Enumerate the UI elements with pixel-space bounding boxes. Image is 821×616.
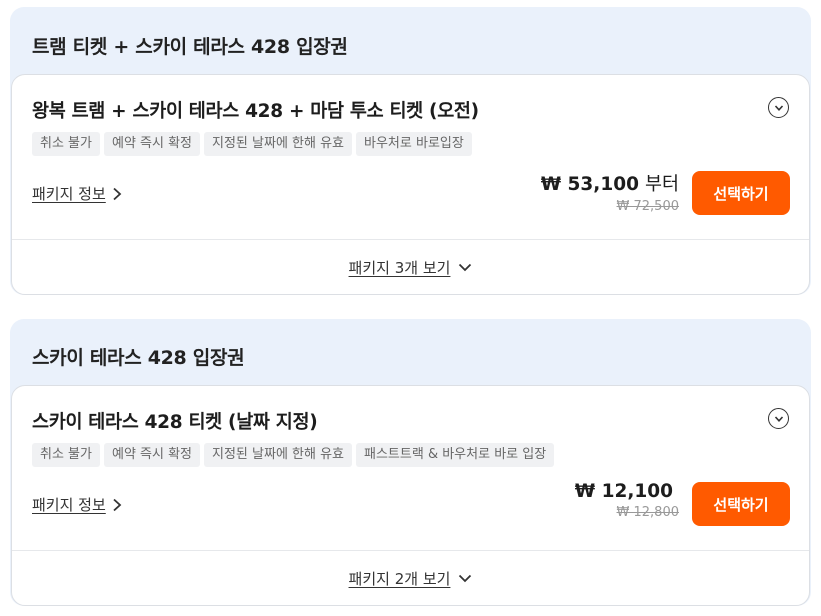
tag-list: 취소 불가 예약 즉시 확정 지정된 날짜에 한해 유효 바우처로 바로입장 bbox=[32, 132, 472, 156]
chevron-down-circle-icon bbox=[774, 415, 783, 422]
price-value: ₩ 12,100 bbox=[574, 481, 673, 502]
show-more-packages-button[interactable]: 패키지 3개 보기 bbox=[12, 240, 809, 294]
tag: 지정된 날짜에 한해 유효 bbox=[204, 132, 353, 156]
chevron-down-icon bbox=[459, 263, 472, 271]
tag: 예약 즉시 확정 bbox=[103, 443, 201, 467]
package-info-link[interactable]: 패키지 정보 bbox=[32, 494, 122, 515]
show-more-packages-button[interactable]: 패키지 2개 보기 bbox=[12, 551, 809, 605]
show-more-label: 패키지 2개 보기 bbox=[348, 569, 451, 588]
price-box: ₩ 53,100 부터 ₩ 72,500 bbox=[541, 170, 679, 214]
select-button[interactable]: 선택하기 bbox=[692, 482, 790, 526]
chevron-right-icon bbox=[113, 187, 122, 200]
package-info-label: 패키지 정보 bbox=[32, 185, 106, 203]
price: ₩ 53,100 부터 bbox=[541, 170, 679, 196]
package-info-label: 패키지 정보 bbox=[32, 496, 106, 514]
original-price: ₩ 72,500 bbox=[616, 199, 679, 214]
original-price: ₩ 12,800 bbox=[616, 505, 679, 520]
package-group-2: 스카이 테라스 428 입장권 스카이 테라스 428 티켓 (날짜 지정) 취… bbox=[10, 319, 811, 606]
package-info-link[interactable]: 패키지 정보 bbox=[32, 183, 122, 204]
chevron-down-icon bbox=[459, 574, 472, 582]
price-suffix: 부터 bbox=[644, 174, 679, 195]
package-title: 왕복 트램 + 스카이 테라스 428 + 마담 투소 티켓 (오전) bbox=[32, 101, 479, 122]
tag: 바우처로 바로입장 bbox=[356, 132, 472, 156]
price-box: ₩ 12,100 ₩ 12,800 bbox=[575, 481, 679, 520]
expand-details-button[interactable] bbox=[768, 97, 789, 118]
tag-list: 취소 불가 예약 즉시 확정 지정된 날짜에 한해 유효 패스트트랙 & 바우처… bbox=[32, 443, 555, 467]
package-group-1: 트램 티켓 + 스카이 테라스 428 입장권 왕복 트램 + 스카이 테라스 … bbox=[10, 7, 811, 295]
tag: 예약 즉시 확정 bbox=[103, 132, 201, 156]
show-more-label: 패키지 3개 보기 bbox=[348, 258, 451, 277]
group-title: 스카이 테라스 428 입장권 bbox=[32, 347, 245, 369]
group-title: 트램 티켓 + 스카이 테라스 428 입장권 bbox=[32, 36, 348, 58]
package-card: 왕복 트램 + 스카이 테라스 428 + 마담 투소 티켓 (오전) 취소 불… bbox=[11, 74, 810, 295]
tag: 취소 불가 bbox=[32, 443, 100, 467]
price: ₩ 12,100 bbox=[575, 481, 679, 502]
expand-details-button[interactable] bbox=[768, 408, 789, 429]
tag: 지정된 날짜에 한해 유효 bbox=[204, 443, 353, 467]
chevron-right-icon bbox=[113, 498, 122, 511]
price-value: ₩ 53,100 bbox=[540, 174, 639, 195]
package-title: 스카이 테라스 428 티켓 (날짜 지정) bbox=[32, 412, 318, 433]
package-card: 스카이 테라스 428 티켓 (날짜 지정) 취소 불가 예약 즉시 확정 지정… bbox=[11, 385, 810, 606]
tag: 취소 불가 bbox=[32, 132, 100, 156]
tag: 패스트트랙 & 바우처로 바로 입장 bbox=[356, 443, 555, 467]
chevron-down-circle-icon bbox=[774, 104, 783, 111]
select-button[interactable]: 선택하기 bbox=[692, 171, 790, 215]
